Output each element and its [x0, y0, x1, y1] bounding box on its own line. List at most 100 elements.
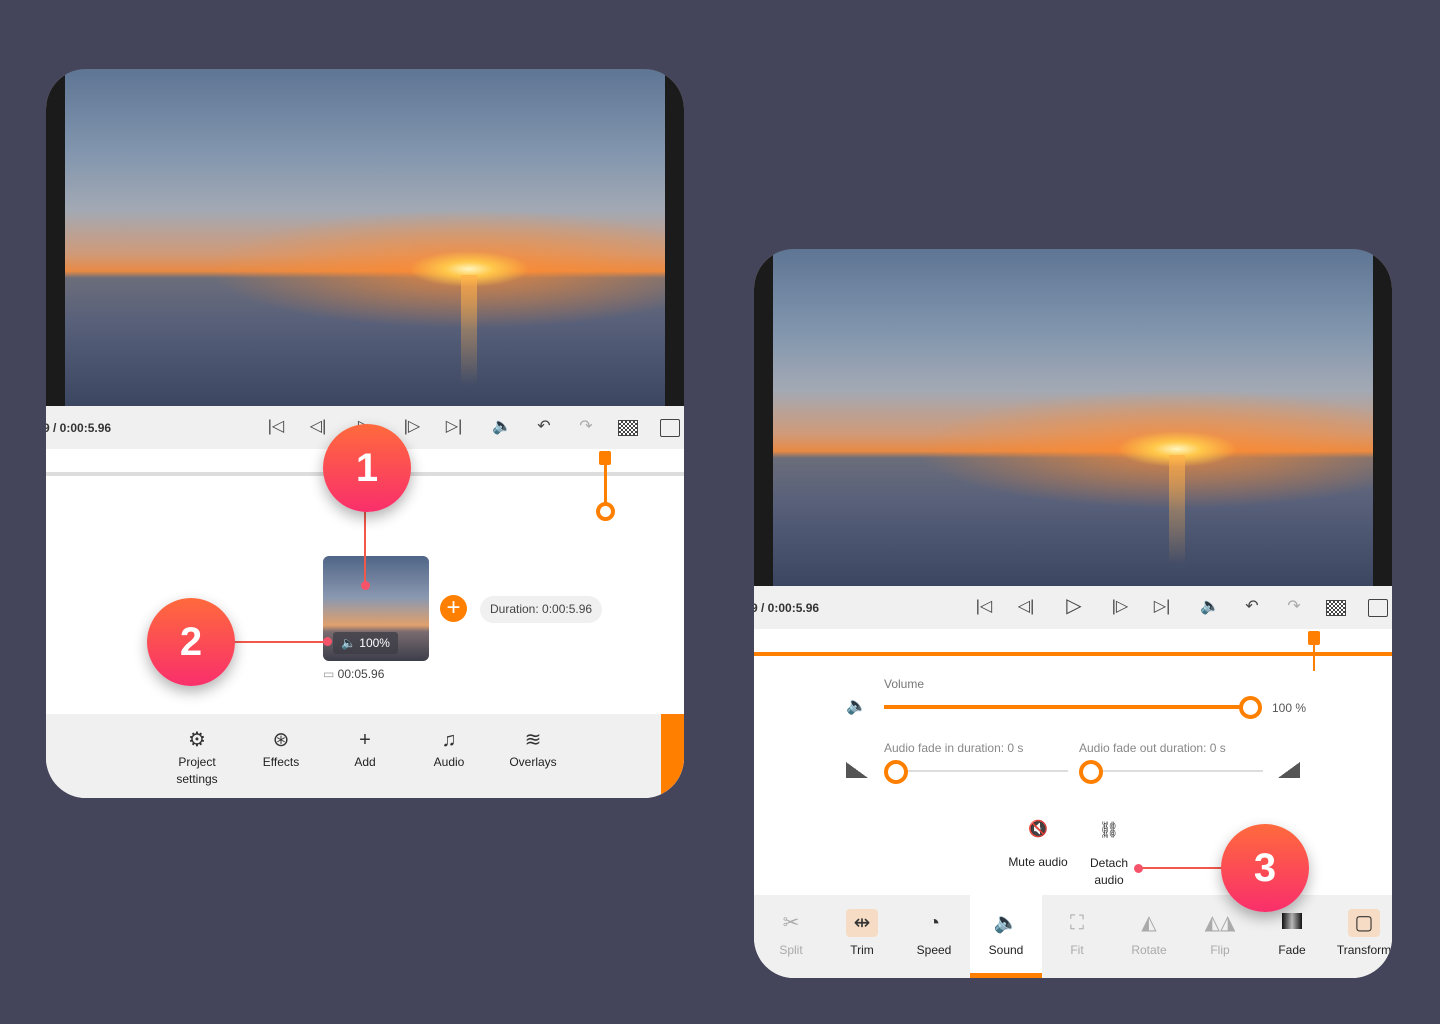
video-preview [46, 69, 684, 406]
callout-2-line [232, 641, 328, 643]
bottom-nav: ⚙ Project settings ⊛ Effects + Add ♫ Audio ≋… [46, 714, 684, 798]
aspect-icon[interactable] [1326, 600, 1346, 616]
video-preview [754, 249, 1392, 586]
clip-tools-tabs: ✂ Split ⇹ Trim ◔ Speed 🔈 Sound ⛶ Fit ◭ Rotate … [754, 895, 1392, 978]
skip-start-icon[interactable]: |◁ [264, 416, 288, 436]
music-icon: ♫ [441, 729, 457, 751]
fade-in-icon [846, 762, 868, 778]
trim-icon: ⇹ [846, 909, 878, 937]
mute-audio-button[interactable]: 🔇 Mute audio [998, 819, 1078, 869]
tab-label: Fade [1278, 943, 1306, 957]
speaker-icon: 🔈 [846, 696, 868, 715]
aspect-icon[interactable] [618, 420, 638, 436]
skip-end-icon[interactable]: ▷| [1150, 596, 1174, 616]
tab-fit[interactable]: ⛶ Fit [1042, 909, 1112, 957]
clip-length-label: 00:05.96 [337, 667, 385, 681]
callout-1-line [364, 510, 366, 586]
step-forward-icon[interactable]: |▷ [400, 416, 424, 436]
rotate-icon: ◭ [1141, 912, 1157, 934]
volume-icon[interactable]: 🔈 [1198, 596, 1222, 616]
fade-in-slider-thumb[interactable] [884, 760, 908, 784]
speaker-icon: 🔈 [341, 636, 360, 650]
video-camera-icon: ▭ [323, 667, 338, 681]
fade-out-slider-thumb[interactable] [1079, 760, 1103, 784]
tab-active-indicator [970, 973, 1042, 978]
mute-icon: 🔇 [1028, 821, 1048, 838]
redo-icon[interactable]: ↷ [1282, 596, 1306, 616]
fade-in-slider[interactable] [884, 770, 1068, 772]
nav-label: Overlays [509, 755, 557, 769]
callout-1-dot [361, 581, 370, 590]
tab-label: Flip [1210, 943, 1230, 957]
tab-label: Rotate [1131, 943, 1167, 957]
volume-value: 100 % [1272, 701, 1307, 715]
playback-toolbar: 9 / 0:00:5.96 |◁ ◁| ▷ |▷ ▷| 🔈 ↶ ↷ [754, 586, 1392, 629]
nav-label: Add [354, 755, 376, 769]
nav-label: Effects [262, 755, 300, 769]
redo-icon[interactable]: ↷ [574, 416, 598, 436]
step-back-icon[interactable]: ◁| [1014, 596, 1038, 616]
tab-label: Fit [1070, 943, 1084, 957]
nav-audio[interactable]: ♫ Audio [414, 726, 484, 771]
time-readout: 9 / 0:00:5.96 [46, 420, 112, 435]
time-readout: 9 / 0:00:5.96 [754, 600, 820, 615]
nav-add[interactable]: + Add [330, 726, 400, 771]
undo-icon[interactable]: ↶ [532, 416, 556, 436]
tab-split[interactable]: ✂ Split [756, 909, 826, 957]
tab-label: Transform [1336, 943, 1392, 957]
fade-icon [1257, 909, 1327, 937]
copy-icon[interactable] [1368, 599, 1388, 617]
callout-3-dot [1134, 864, 1143, 873]
undo-icon[interactable]: ↶ [1240, 596, 1264, 616]
gear-icon: ⚙ [188, 729, 206, 751]
fit-icon: ⛶ [1070, 912, 1084, 934]
volume-icon[interactable]: 🔈 [490, 416, 514, 436]
playhead-knob[interactable] [596, 502, 615, 521]
timeline-track[interactable] [754, 652, 1392, 656]
copy-icon[interactable] [660, 419, 680, 437]
tab-flip[interactable]: ◭◮ Flip [1185, 909, 1255, 957]
play-icon[interactable]: ▷ [1062, 593, 1086, 618]
nav-effects[interactable]: ⊛ Effects [246, 726, 316, 771]
mute-audio-label: Mute audio [1008, 855, 1068, 869]
tab-fade[interactable]: Fade [1257, 909, 1327, 957]
transform-icon: ▢ [1348, 909, 1380, 937]
detach-audio-button[interactable]: ⛓ Detach audio [1084, 819, 1134, 889]
fade-out-slider[interactable] [1079, 770, 1263, 772]
step-back-icon[interactable]: ◁| [306, 416, 330, 436]
nav-label: Project settings [176, 755, 218, 786]
tab-speed[interactable]: ◔ Speed [899, 909, 969, 957]
callout-badge-1: 1 [323, 424, 411, 512]
video-clip-thumbnail[interactable]: 🔈 100% [323, 556, 429, 661]
nav-project-settings[interactable]: ⚙ Project settings [162, 726, 232, 788]
skip-start-icon[interactable]: |◁ [972, 596, 996, 616]
flip-icon: ◭◮ [1204, 912, 1236, 934]
volume-slider[interactable] [884, 705, 1250, 709]
duration-label: Duration: 0:00:5.96 [480, 596, 603, 623]
step-forward-icon[interactable]: |▷ [1108, 596, 1132, 616]
nav-accent-strip [661, 714, 684, 798]
effects-icon: ⊛ [272, 729, 290, 751]
tab-trim[interactable]: ⇹ Trim [827, 909, 897, 957]
skip-end-icon[interactable]: ▷| [442, 416, 466, 436]
add-clip-button[interactable]: + [440, 595, 467, 622]
tab-sound[interactable]: 🔈 Sound [971, 909, 1041, 957]
tab-label: Speed [916, 943, 952, 957]
unlink-icon: ⛓ [1098, 822, 1120, 839]
fade-out-icon [1278, 762, 1300, 778]
nav-overlays[interactable]: ≋ Overlays [498, 726, 568, 771]
speaker-icon: 🔈 [993, 912, 1019, 934]
volume-label: Volume [884, 677, 925, 691]
detach-audio-label: Detach audio [1089, 856, 1129, 887]
callout-3-line [1138, 867, 1226, 869]
fade-in-label: Audio fade in duration: 0 s [884, 741, 1024, 755]
tab-rotate[interactable]: ◭ Rotate [1114, 909, 1184, 957]
scissors-icon: ✂ [782, 912, 800, 934]
tab-transform[interactable]: ▢ Transform [1329, 909, 1392, 957]
clip-volume-label: 100% [359, 636, 390, 650]
callout-badge-3: 3 [1221, 824, 1309, 912]
nav-label: Audio [433, 755, 465, 769]
playhead-line [1313, 643, 1315, 671]
volume-slider-thumb[interactable] [1239, 696, 1262, 719]
tab-label: Split [779, 943, 803, 957]
